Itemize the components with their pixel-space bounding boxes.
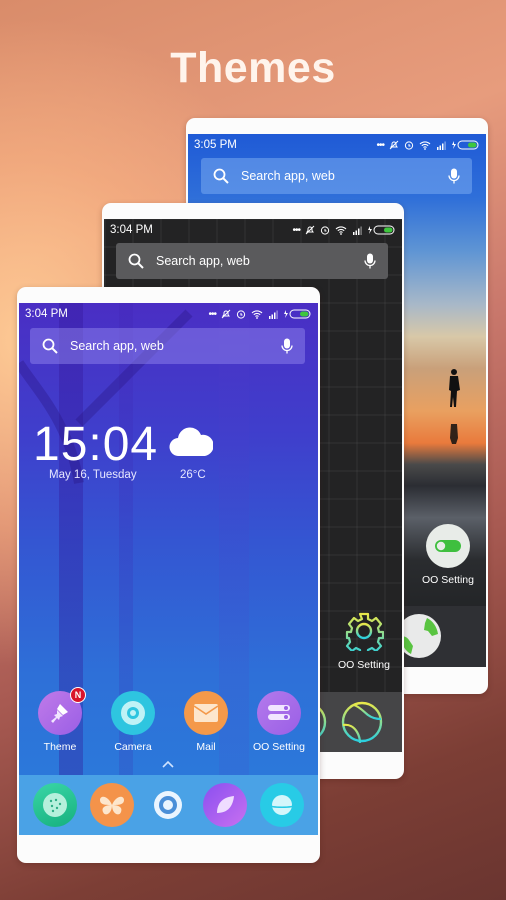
signal-icon — [269, 310, 278, 319]
battery-charging-icon — [452, 140, 479, 150]
clock-widget-date: May 16, Tuesday — [49, 469, 137, 481]
search-placeholder: Search app, web — [156, 254, 250, 268]
status-bar: 3:04 PM ••• — [104, 219, 402, 241]
ring-icon[interactable] — [146, 783, 190, 827]
paint-brush-icon: N — [38, 687, 86, 735]
search-bar[interactable]: Search app, web — [201, 158, 472, 194]
mute-bell-icon — [389, 140, 399, 150]
more-dots-icon: ••• — [292, 224, 300, 236]
new-badge: N — [70, 687, 86, 703]
alarm-icon — [320, 226, 330, 235]
status-time: 3:04 PM — [110, 224, 153, 236]
status-bar: 3:04 PM ••• — [19, 303, 318, 325]
page-title: Themes — [170, 44, 336, 92]
app-label: Theme — [43, 741, 77, 753]
tennis-ball-icon[interactable] — [340, 700, 384, 749]
app-label: OO Setting — [253, 741, 305, 753]
app-label: Mail — [196, 741, 216, 753]
search-bar[interactable]: Search app, web — [30, 328, 305, 364]
search-icon — [213, 168, 229, 184]
clock-widget-time[interactable]: 15:04 — [33, 417, 158, 472]
chevron-up-icon[interactable] — [162, 760, 174, 768]
gear-icon — [342, 609, 386, 653]
mute-bell-icon — [221, 309, 231, 319]
wifi-icon — [251, 310, 263, 319]
toggle-settings-icon — [257, 691, 301, 735]
app-mail[interactable]: Mail — [171, 691, 241, 753]
search-placeholder: Search app, web — [70, 339, 164, 353]
app-label: OO Setting — [338, 659, 390, 671]
status-time: 3:05 PM — [194, 139, 237, 151]
app-oo-setting[interactable]: OO Setting — [413, 524, 483, 586]
status-time: 3:04 PM — [25, 308, 68, 320]
status-bar: 3:05 PM ••• — [188, 134, 486, 156]
signal-icon — [353, 226, 362, 235]
battery-charging-icon — [284, 309, 311, 319]
leaf-icon[interactable] — [203, 783, 248, 827]
search-bar[interactable]: Search app, web — [116, 243, 388, 279]
wifi-icon — [419, 141, 431, 150]
app-label: OO Setting — [422, 574, 474, 586]
search-icon — [128, 253, 144, 269]
app-oo-setting[interactable]: OO Setting — [244, 691, 314, 753]
app-oo-setting[interactable]: OO Setting — [329, 609, 399, 671]
mail-icon — [184, 691, 228, 735]
signal-icon — [437, 141, 446, 150]
phone-screen: 3:04 PM ••• Search app, web 15:04 May 16… — [19, 303, 318, 835]
search-placeholder: Search app, web — [241, 169, 335, 183]
dock — [19, 775, 318, 835]
mic-icon[interactable] — [281, 338, 293, 354]
cloud-icon[interactable] — [169, 427, 213, 457]
wifi-icon — [335, 226, 347, 235]
alarm-icon — [236, 310, 246, 319]
app-label: Camera — [114, 741, 152, 753]
alarm-icon — [404, 141, 414, 150]
mic-icon[interactable] — [364, 253, 376, 269]
dots-circle-icon[interactable] — [33, 783, 78, 827]
weather-temperature: 26°C — [180, 469, 206, 481]
more-dots-icon: ••• — [376, 139, 384, 151]
mute-bell-icon — [305, 225, 315, 235]
battery-charging-icon — [368, 225, 395, 235]
silhouette-person — [449, 369, 460, 444]
camera-lens-icon — [111, 691, 155, 735]
mic-icon[interactable] — [448, 168, 460, 184]
butterfly-icon[interactable] — [89, 783, 134, 827]
phone-preview-blue[interactable]: 3:04 PM ••• Search app, web 15:04 May 16… — [17, 287, 320, 863]
app-theme[interactable]: N Theme — [25, 687, 95, 753]
more-dots-icon: ••• — [208, 308, 216, 320]
planet-icon[interactable] — [259, 783, 304, 827]
toggle-switch-icon — [426, 524, 470, 568]
search-icon — [42, 338, 58, 354]
app-camera[interactable]: Camera — [98, 691, 168, 753]
